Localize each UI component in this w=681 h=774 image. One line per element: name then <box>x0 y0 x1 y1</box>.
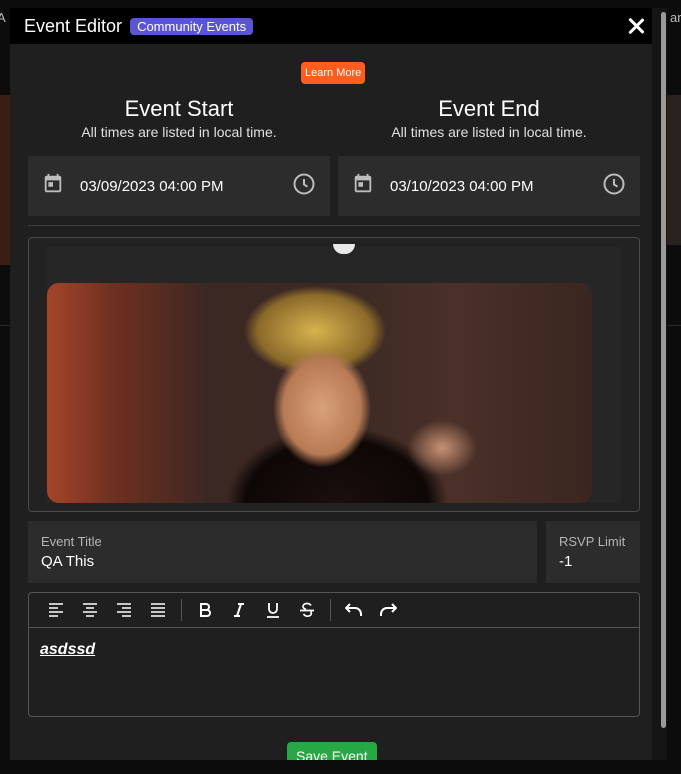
event-image-uploader[interactable] <box>28 237 640 512</box>
scrollbar-thumb[interactable] <box>661 12 666 728</box>
italic-icon[interactable] <box>222 596 256 624</box>
calendar-icon[interactable] <box>42 173 64 200</box>
align-justify-icon[interactable] <box>141 596 175 624</box>
event-end-note: All times are listed in local time. <box>391 124 587 140</box>
calendar-icon[interactable] <box>352 173 374 200</box>
community-events-badge: Community Events <box>130 17 254 35</box>
redo-icon[interactable] <box>371 596 405 624</box>
description-editor[interactable]: asdssd <box>28 592 640 717</box>
align-center-icon[interactable] <box>73 596 107 624</box>
align-left-icon[interactable] <box>39 596 73 624</box>
rsvp-limit-field[interactable]: RSVP Limit -1 <box>546 521 640 583</box>
event-start-heading: Event Start <box>124 96 234 121</box>
event-title-label: Event Title <box>41 534 102 549</box>
background-divider <box>668 325 681 326</box>
save-event-button[interactable]: Save Event <box>287 742 377 760</box>
toolbar-separator <box>330 599 331 621</box>
close-icon[interactable] <box>627 17 645 35</box>
event-image <box>47 283 592 503</box>
clock-icon[interactable] <box>292 172 316 201</box>
event-title-field[interactable]: Event Title QA This <box>28 521 537 583</box>
modal-title: Event Editor <box>24 15 123 36</box>
event-end-header: Event End All times are listed in local … <box>339 96 639 140</box>
clock-icon[interactable] <box>602 172 626 201</box>
editor-toolbar <box>29 593 639 628</box>
background-panel-left <box>0 95 10 265</box>
image-preview-area <box>47 244 621 503</box>
event-start-value: 03/09/2023 04:00 PM <box>80 177 224 195</box>
strikethrough-icon[interactable] <box>290 596 324 624</box>
event-start-picker[interactable]: 03/09/2023 04:00 PM <box>28 156 330 216</box>
background-divider <box>0 325 10 326</box>
background-panel-right <box>667 95 681 245</box>
event-title-value[interactable]: QA This <box>41 553 524 570</box>
event-end-heading: Event End <box>438 96 540 121</box>
toolbar-separator <box>181 599 182 621</box>
event-editor-modal: Event Editor Community Events Learn More… <box>10 8 659 760</box>
event-end-picker[interactable]: 03/10/2023 04:00 PM <box>338 156 640 216</box>
rsvp-limit-label: RSVP Limit <box>559 534 626 549</box>
undo-icon[interactable] <box>337 596 371 624</box>
event-end-value: 03/10/2023 04:00 PM <box>390 177 534 195</box>
event-start-header: Event Start All times are listed in loca… <box>29 96 329 140</box>
event-start-note: All times are listed in local time. <box>81 124 277 140</box>
underline-icon[interactable] <box>256 596 290 624</box>
learn-more-button[interactable]: Learn More <box>301 62 366 84</box>
rsvp-limit-value[interactable]: -1 <box>559 553 627 570</box>
background-text-left: A <box>0 10 6 25</box>
modal-header: Event Editor Community Events <box>10 8 659 44</box>
background-text-right: ar <box>670 10 681 25</box>
section-divider <box>28 225 640 226</box>
crop-handle[interactable] <box>333 244 355 254</box>
bold-icon[interactable] <box>188 596 222 624</box>
align-right-icon[interactable] <box>107 596 141 624</box>
editor-content[interactable]: asdssd <box>29 628 639 672</box>
